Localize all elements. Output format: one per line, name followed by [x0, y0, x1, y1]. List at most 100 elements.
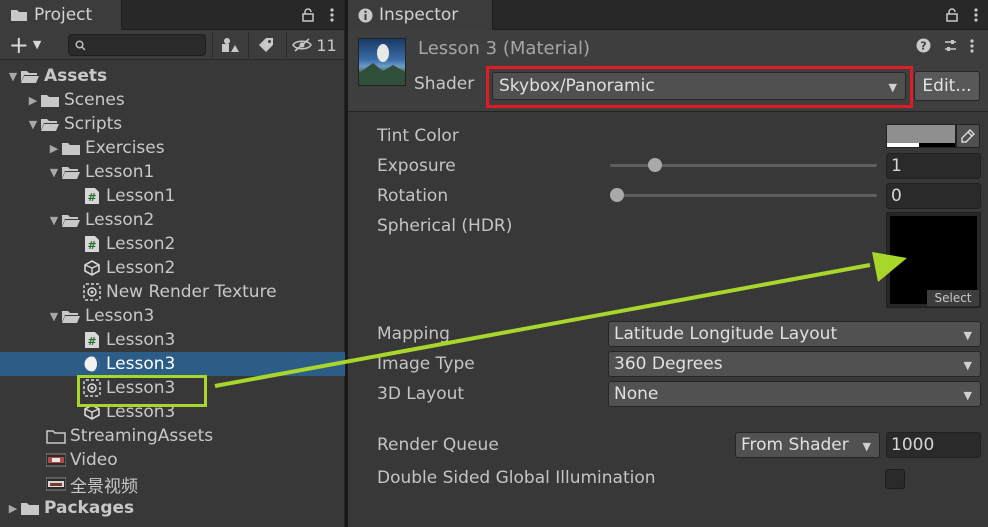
tree-item-lesson1-folder[interactable]: ▼ Lesson1 — [0, 160, 345, 184]
expand-arrow-icon[interactable]: ▶ — [26, 94, 40, 107]
tree-item-label: 全景视频 — [70, 476, 138, 497]
material-preview-thumbnail — [358, 38, 406, 86]
shader-label: Shader — [414, 74, 475, 94]
expand-arrow-icon[interactable]: ▶ — [6, 502, 20, 515]
tree-item-lesson2-folder[interactable]: ▼ Lesson2 — [0, 208, 345, 232]
more-options-icon[interactable] — [330, 8, 334, 22]
tab-project[interactable]: Project — [0, 0, 122, 30]
more-options-icon[interactable] — [974, 8, 978, 22]
tree-item-streamingassets[interactable]: StreamingAssets — [0, 424, 345, 448]
inspector-tab-tools — [946, 0, 978, 30]
hidden-packages-button[interactable]: 11 — [286, 32, 342, 58]
create-button[interactable]: + ▼ — [0, 30, 50, 60]
image-type-value: 360 Degrees — [614, 354, 723, 374]
chevron-down-icon: ▼ — [32, 38, 42, 51]
tree-item-label: Video — [70, 450, 118, 470]
shapes-icon — [221, 38, 239, 52]
rotation-value-field[interactable]: 0 — [886, 183, 981, 209]
tab-inspector-label: Inspector — [379, 5, 459, 25]
lock-icon[interactable] — [946, 8, 958, 22]
csharp-script-icon: # — [82, 187, 102, 205]
tree-item-label: Scenes — [64, 90, 125, 110]
tree-item-label: Lesson3 — [85, 306, 155, 326]
tree-item-lesson3-folder[interactable]: ▼ Lesson3 — [0, 304, 345, 328]
render-queue-value-field[interactable]: 1000 — [886, 432, 981, 458]
tree-item-lesson3-script[interactable]: # Lesson3 — [0, 328, 345, 352]
inspector-tabbar: Inspector — [348, 0, 988, 30]
tree-item-label: Lesson2 — [85, 210, 155, 230]
expand-arrow-icon[interactable]: ▼ — [47, 166, 61, 179]
search-icon — [75, 39, 86, 51]
tree-item-label: Lesson1 — [106, 186, 176, 206]
chevron-down-icon: ▼ — [963, 359, 972, 372]
tree-item-exercises[interactable]: ▶ Exercises — [0, 136, 345, 160]
csharp-script-icon: # — [82, 331, 102, 349]
alpha-bar — [887, 143, 955, 147]
folder-icon — [40, 91, 60, 109]
info-icon — [358, 8, 373, 22]
tree-item-panorama-video[interactable]: 全景视频 — [0, 472, 345, 497]
image-type-dropdown[interactable]: 360 Degrees ▼ — [608, 351, 981, 377]
expand-arrow-icon[interactable]: ▼ — [47, 310, 61, 323]
tree-item-new-render-texture[interactable]: New Render Texture — [0, 280, 345, 304]
expand-arrow-icon[interactable]: ▼ — [6, 70, 20, 83]
filter-by-type-button[interactable] — [212, 32, 246, 58]
material-icon — [82, 355, 102, 373]
svg-text:#: # — [87, 239, 96, 252]
render-queue-mode-dropdown[interactable]: From Shader ▼ — [735, 432, 880, 458]
tint-color-label: Tint Color — [377, 126, 459, 146]
video-clip-icon — [46, 451, 66, 469]
chevron-down-icon: ▼ — [862, 440, 871, 453]
rotation-slider-handle[interactable] — [610, 188, 624, 202]
lock-icon[interactable] — [302, 8, 314, 22]
chevron-down-icon: ▼ — [963, 389, 972, 402]
tree-item-lesson2-script[interactable]: # Lesson2 — [0, 232, 345, 256]
layout-3d-value: None — [614, 384, 659, 404]
video-clip-icon — [46, 475, 66, 493]
select-texture-button[interactable]: Select — [927, 290, 979, 306]
tint-color-swatch[interactable] — [886, 124, 956, 148]
folder-icon — [46, 427, 66, 445]
spherical-hdr-label: Spherical (HDR) — [377, 216, 513, 236]
tab-inspector[interactable]: Inspector — [348, 0, 493, 30]
presets-icon[interactable] — [943, 38, 958, 53]
search-box — [68, 34, 206, 56]
tree-item-label: Lesson2 — [106, 234, 176, 254]
project-toolbar: + ▼ 11 — [0, 30, 344, 60]
rotation-slider[interactable] — [610, 188, 877, 202]
svg-text:#: # — [87, 335, 96, 348]
annotation-highlight-red — [486, 66, 913, 108]
more-options-icon[interactable] — [970, 38, 974, 53]
edit-shader-button[interactable]: Edit... — [914, 71, 980, 101]
layout-3d-dropdown[interactable]: None ▼ — [608, 381, 981, 407]
annotation-highlight-green — [77, 375, 207, 407]
tree-item-label: Lesson2 — [106, 258, 176, 278]
expand-arrow-icon[interactable]: ▶ — [47, 142, 61, 155]
tree-item-label: New Render Texture — [106, 282, 277, 302]
tree-item-video[interactable]: Video — [0, 448, 345, 472]
folder-open-icon — [61, 211, 81, 229]
exposure-slider-handle[interactable] — [647, 158, 662, 172]
mapping-dropdown[interactable]: Latitude Longitude Layout ▼ — [608, 321, 981, 347]
expand-arrow-icon[interactable]: ▼ — [26, 118, 40, 131]
exposure-slider[interactable] — [610, 158, 877, 172]
double-sided-gi-checkbox[interactable] — [885, 469, 905, 489]
tree-item-packages[interactable]: ▶ Packages — [0, 496, 345, 520]
tree-item-label: Lesson3 — [106, 330, 176, 350]
spherical-texture-slot[interactable]: Select — [886, 212, 981, 308]
filter-by-label-button[interactable] — [248, 32, 282, 58]
tree-item-lesson1-script[interactable]: # Lesson1 — [0, 184, 345, 208]
tree-item-scenes[interactable]: ▶ Scenes — [0, 88, 345, 112]
exposure-value-field[interactable]: 1 — [886, 153, 981, 179]
search-input[interactable] — [90, 37, 200, 53]
expand-arrow-icon[interactable]: ▼ — [47, 214, 61, 227]
tree-item-scripts[interactable]: ▼ Scripts — [0, 112, 345, 136]
folder-open-icon — [40, 115, 60, 133]
tree-item-lesson3-material[interactable]: Lesson3 — [0, 352, 345, 376]
eyedropper-icon[interactable] — [956, 124, 980, 148]
help-icon[interactable]: ? — [916, 38, 931, 53]
tree-item-assets[interactable]: ▼ Assets — [0, 64, 345, 88]
tree-item-lesson2-scene[interactable]: Lesson2 — [0, 256, 345, 280]
material-header-icons: ? — [916, 38, 974, 53]
material-header: Lesson 3 (Material) ? Shader Skybox/Pano… — [348, 30, 988, 112]
